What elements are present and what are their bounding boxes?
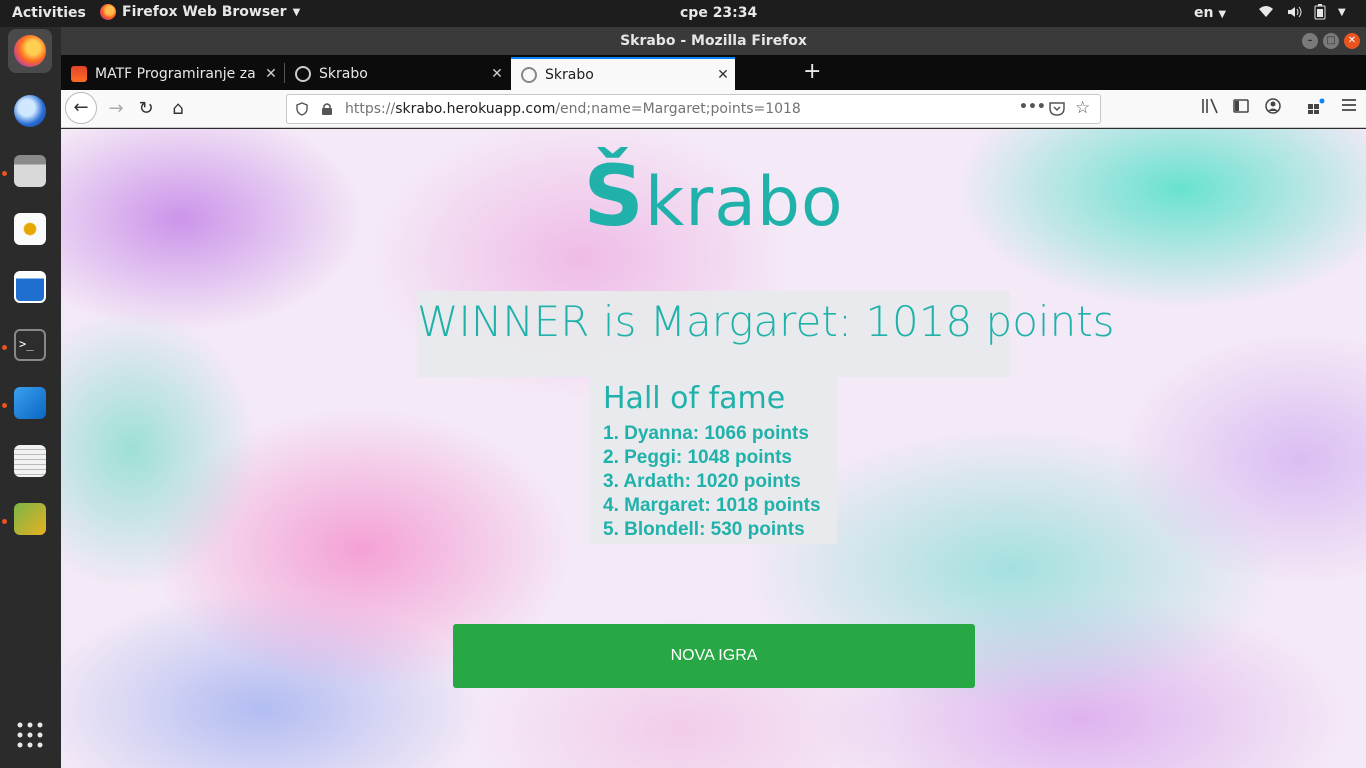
volume-icon	[1288, 6, 1302, 18]
firefox-icon	[100, 4, 116, 20]
gnome-top-bar: Activities Firefox Web Browser ▼ cpe 23:…	[0, 0, 1366, 27]
reload-button[interactable]: ↻	[131, 94, 161, 124]
tab-skrabo-active[interactable]: Skrabo ✕	[511, 57, 735, 90]
home-button[interactable]: ⌂	[163, 94, 193, 124]
bookmark-star-icon[interactable]: ☆	[1075, 98, 1090, 118]
system-tray[interactable]: ▼	[1258, 4, 1346, 20]
close-tab-icon[interactable]: ✕	[259, 66, 283, 82]
skrabo-logo: Škrabo	[583, 147, 844, 245]
more-actions-icon[interactable]: •••	[1019, 99, 1046, 115]
tab-strip: MATF Programiranje za v ✕ Skrabo ✕ Skrab…	[61, 55, 1366, 90]
caret-down-icon: ▼	[1338, 6, 1346, 18]
show-applications-button[interactable]	[8, 713, 52, 757]
running-indicator	[2, 171, 7, 176]
battery-icon	[1314, 4, 1326, 20]
language-indicator[interactable]: en ▼	[1194, 5, 1226, 21]
running-indicator	[2, 345, 7, 350]
window-title: Skrabo - Mozilla Firefox	[620, 33, 807, 49]
dock-text-editor[interactable]	[8, 439, 52, 483]
back-button[interactable]: ←	[65, 92, 97, 124]
hamburger-menu-icon[interactable]	[1341, 98, 1357, 112]
hall-of-fame-title: Hall of fame	[603, 381, 786, 416]
new-tab-button[interactable]: +	[803, 61, 821, 83]
dock-firefox[interactable]	[8, 29, 52, 73]
close-tab-icon[interactable]: ✕	[711, 67, 735, 83]
pocket-icon[interactable]	[1049, 102, 1065, 116]
close-window-button[interactable]: ✕	[1344, 33, 1360, 49]
clock[interactable]: cpe 23:34	[680, 5, 757, 21]
extensions-icon[interactable]	[1307, 98, 1325, 114]
dock-vscode[interactable]	[8, 381, 52, 425]
thunderbird-icon	[14, 95, 46, 127]
winner-banner: WINNER is Margaret: 1018 points	[417, 291, 1115, 377]
library-icon[interactable]	[1201, 98, 1219, 114]
account-icon[interactable]	[1265, 98, 1281, 114]
hall-of-fame-entry: 1. Dyanna: 1066 points	[603, 423, 809, 444]
hall-of-fame-entry: 2. Peggi: 1048 points	[603, 447, 792, 468]
running-indicator	[2, 519, 7, 524]
shield-icon	[296, 102, 308, 116]
skrabo-favicon-icon	[521, 66, 537, 83]
vscode-icon	[14, 387, 46, 419]
minimize-button[interactable]: –	[1302, 33, 1318, 49]
caret-down-icon: ▼	[292, 6, 301, 18]
ubuntu-dock: >_	[0, 27, 61, 768]
dock-terminal[interactable]: >_	[8, 323, 52, 367]
window-title-bar[interactable]: Skrabo - Mozilla Firefox – □ ✕	[61, 27, 1366, 55]
hall-of-fame-entry: 4. Margaret: 1018 points	[603, 495, 821, 516]
close-tab-icon[interactable]: ✕	[485, 66, 509, 82]
activities-button[interactable]: Activities	[12, 5, 86, 21]
tab-skrabo-1[interactable]: Skrabo ✕	[285, 57, 509, 90]
text-editor-icon	[14, 445, 46, 477]
app-menu[interactable]: Firefox Web Browser ▼	[100, 4, 300, 20]
sidebar-icon[interactable]	[1233, 98, 1249, 114]
winner-text: WINNER is Margaret: 1018 points	[417, 297, 1115, 346]
url-text[interactable]: https://skrabo.herokuapp.com/end;name=Ma…	[345, 101, 801, 117]
navigation-bar: ← → ↻ ⌂ https://skrabo.herokuapp.com/end…	[61, 90, 1366, 128]
maximize-button[interactable]: □	[1323, 33, 1339, 49]
hall-of-fame-list: 1. Dyanna: 1066 points 2. Peggi: 1048 po…	[603, 422, 837, 542]
hall-of-fame-panel: Hall of fame 1. Dyanna: 1066 points 2. P…	[590, 377, 837, 544]
page-content: Škrabo WINNER is Margaret: 1018 points H…	[61, 129, 1366, 768]
dock-files[interactable]	[8, 149, 52, 193]
writer-icon	[14, 271, 46, 303]
firefox-icon	[14, 35, 46, 67]
running-indicator	[2, 403, 7, 408]
gitlab-favicon-icon	[71, 65, 87, 82]
dock-writer[interactable]	[8, 265, 52, 309]
app-grid-icon	[17, 722, 43, 748]
files-icon	[14, 155, 46, 187]
tab-matf[interactable]: MATF Programiranje za v ✕	[61, 57, 283, 90]
dock-image-viewer[interactable]	[8, 497, 52, 541]
skrabo-favicon-icon	[295, 65, 311, 82]
rhythmbox-icon	[14, 213, 46, 245]
dock-thunderbird[interactable]	[8, 89, 52, 133]
url-bar[interactable]: https://skrabo.herokuapp.com/end;name=Ma…	[286, 94, 1101, 124]
app-menu-label: Firefox Web Browser	[122, 4, 287, 20]
forward-button[interactable]: →	[101, 94, 131, 124]
new-game-button[interactable]: NOVA IGRA	[453, 624, 975, 688]
hall-of-fame-entry: 5. Blondell: 530 points	[603, 519, 805, 540]
terminal-icon: >_	[14, 329, 46, 361]
dock-rhythmbox[interactable]	[8, 207, 52, 251]
wifi-icon	[1259, 6, 1273, 17]
image-viewer-icon	[14, 503, 46, 535]
hall-of-fame-entry: 3. Ardath: 1020 points	[603, 471, 801, 492]
lock-icon	[322, 103, 332, 115]
